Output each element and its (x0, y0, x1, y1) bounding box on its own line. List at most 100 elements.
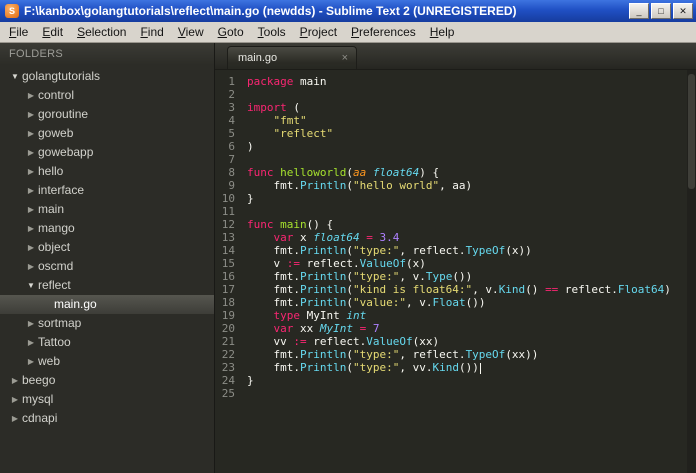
tree-item-label: object (38, 240, 71, 254)
code-line-5[interactable]: 5 "reflect" (215, 127, 696, 140)
folder-interface[interactable]: ▶ interface (0, 181, 214, 200)
code-text: } (247, 374, 254, 387)
folder-tattoo[interactable]: ▶ Tattoo (0, 333, 214, 352)
folder-control[interactable]: ▶ control (0, 86, 214, 105)
code-text: fmt.Println("type:", v.Type()) (247, 270, 473, 283)
collapsed-arrow-icon[interactable]: ▶ (24, 124, 38, 143)
line-number: 11 (221, 205, 235, 218)
collapsed-arrow-icon[interactable]: ▶ (24, 105, 38, 124)
collapsed-arrow-icon[interactable]: ▶ (8, 409, 22, 428)
folder-cdnapi[interactable]: ▶ cdnapi (0, 409, 214, 428)
line-number: 15 (221, 257, 235, 270)
collapsed-arrow-icon[interactable]: ▶ (8, 371, 22, 390)
menu-item-view[interactable]: View (171, 23, 211, 41)
tab-close-icon[interactable]: × (342, 52, 348, 64)
folder-mango[interactable]: ▶ mango (0, 219, 214, 238)
close-button[interactable]: ✕ (673, 3, 693, 19)
code-text: vv := reflect.ValueOf(xx) (247, 335, 440, 348)
line-number: 10 (221, 192, 235, 205)
code-line-4[interactable]: 4 "fmt" (215, 114, 696, 127)
collapsed-arrow-icon[interactable]: ▶ (24, 352, 38, 371)
code-line-2[interactable]: 2 (215, 88, 696, 101)
code-text: "reflect" (273, 127, 334, 140)
tab-main-go[interactable]: main.go × (227, 46, 357, 69)
collapsed-arrow-icon[interactable]: ▶ (24, 200, 38, 219)
collapsed-arrow-icon[interactable]: ▶ (8, 390, 22, 409)
code-text: package main (247, 75, 327, 88)
line-number: 25 (221, 387, 235, 400)
expanded-arrow-icon[interactable]: ▼ (24, 276, 38, 295)
collapsed-arrow-icon[interactable]: ▶ (24, 86, 38, 105)
folder-mysql[interactable]: ▶ mysql (0, 390, 214, 409)
line-number: 1 (228, 75, 235, 88)
code-line-22[interactable]: 22 fmt.Println("type:", reflect.TypeOf(x… (215, 348, 696, 361)
folder-reflect[interactable]: ▼ reflect (0, 276, 214, 295)
folder-sortmap[interactable]: ▶ sortmap (0, 314, 214, 333)
tree-item-label: mango (38, 221, 75, 235)
code-line-23[interactable]: 23 fmt.Println("type:", vv.Kind()) (215, 361, 696, 374)
menu-item-goto[interactable]: Goto (211, 23, 251, 41)
code-line-11[interactable]: 11 (215, 205, 696, 218)
code-line-6[interactable]: 6) (215, 140, 696, 153)
folder-beego[interactable]: ▶ beego (0, 371, 214, 390)
maximize-button[interactable]: □ (651, 3, 671, 19)
code-line-13[interactable]: 13 var x float64 = 3.4 (215, 231, 696, 244)
minimize-button[interactable]: _ (629, 3, 649, 19)
tree-item-label: mysql (22, 392, 54, 406)
code-line-21[interactable]: 21 vv := reflect.ValueOf(xx) (215, 335, 696, 348)
folder-main[interactable]: ▶ main (0, 200, 214, 219)
code-line-9[interactable]: 9 fmt.Println("hello world", aa) (215, 179, 696, 192)
expanded-arrow-icon[interactable]: ▼ (8, 67, 22, 86)
collapsed-arrow-icon[interactable]: ▶ (24, 181, 38, 200)
menu-item-project[interactable]: Project (293, 23, 344, 41)
folder-golangtutorials[interactable]: ▼ golangtutorials (0, 67, 214, 86)
folder-goroutine[interactable]: ▶ goroutine (0, 105, 214, 124)
code-text: "fmt" (273, 114, 307, 127)
collapsed-arrow-icon[interactable]: ▶ (24, 333, 38, 352)
folder-object[interactable]: ▶ object (0, 238, 214, 257)
menu-item-preferences[interactable]: Preferences (344, 23, 423, 41)
collapsed-arrow-icon[interactable]: ▶ (24, 219, 38, 238)
tree-item-label: gowebapp (38, 145, 94, 159)
menu-item-find[interactable]: Find (133, 23, 170, 41)
code-text: func main() { (247, 218, 334, 231)
folder-gowebapp[interactable]: ▶ gowebapp (0, 143, 214, 162)
folder-hello[interactable]: ▶ hello (0, 162, 214, 181)
title-bar[interactable]: S F:\kanbox\golangtutorials\reflect\main… (0, 0, 696, 22)
code-line-1[interactable]: 1 package main (215, 75, 696, 88)
menu-item-tools[interactable]: Tools (251, 23, 293, 41)
collapsed-arrow-icon[interactable]: ▶ (24, 162, 38, 181)
code-line-8[interactable]: 8 func helloworld(aa float64) { (215, 166, 696, 179)
collapsed-arrow-icon[interactable]: ▶ (24, 314, 38, 333)
collapsed-arrow-icon[interactable]: ▶ (24, 257, 38, 276)
code-line-18[interactable]: 18 fmt.Println("value:", v.Float()) (215, 296, 696, 309)
folder-web[interactable]: ▶ web (0, 352, 214, 371)
code-line-17[interactable]: 17 fmt.Println("kind is float64:", v.Kin… (215, 283, 696, 296)
folder-oscmd[interactable]: ▶ oscmd (0, 257, 214, 276)
tree-item-label: oscmd (38, 259, 74, 273)
code-line-10[interactable]: 10} (215, 192, 696, 205)
menu-item-file[interactable]: File (2, 23, 35, 41)
code-line-7[interactable]: 7 (215, 153, 696, 166)
code-line-25[interactable]: 25 (215, 387, 696, 400)
code-line-20[interactable]: 20 var xx MyInt = 7 (215, 322, 696, 335)
code-line-3[interactable]: 3 import ( (215, 101, 696, 114)
collapsed-arrow-icon[interactable]: ▶ (24, 238, 38, 257)
code-line-24[interactable]: 24} (215, 374, 696, 387)
menu-item-edit[interactable]: Edit (35, 23, 70, 41)
editor-scrollbar[interactable] (687, 70, 696, 473)
code-line-12[interactable]: 12 func main() { (215, 218, 696, 231)
code-line-19[interactable]: 19 type MyInt int (215, 309, 696, 322)
folder-goweb[interactable]: ▶ goweb (0, 124, 214, 143)
tab-bar: main.go × (215, 43, 696, 70)
menu-item-help[interactable]: Help (423, 23, 462, 41)
menu-item-selection[interactable]: Selection (70, 23, 133, 41)
scrollbar-thumb[interactable] (688, 74, 695, 189)
code-line-16[interactable]: 16 fmt.Println("type:", v.Type()) (215, 270, 696, 283)
code-line-14[interactable]: 14 fmt.Println("type:", reflect.TypeOf(x… (215, 244, 696, 257)
collapsed-arrow-icon[interactable]: ▶ (24, 143, 38, 162)
file-main.go[interactable]: main.go (0, 295, 214, 314)
code-line-15[interactable]: 15 v := reflect.ValueOf(x) (215, 257, 696, 270)
code-area[interactable]: 1 package main 2 3 import (4 "fmt" 5 "reflect… (215, 70, 696, 473)
line-number: 4 (228, 114, 235, 127)
